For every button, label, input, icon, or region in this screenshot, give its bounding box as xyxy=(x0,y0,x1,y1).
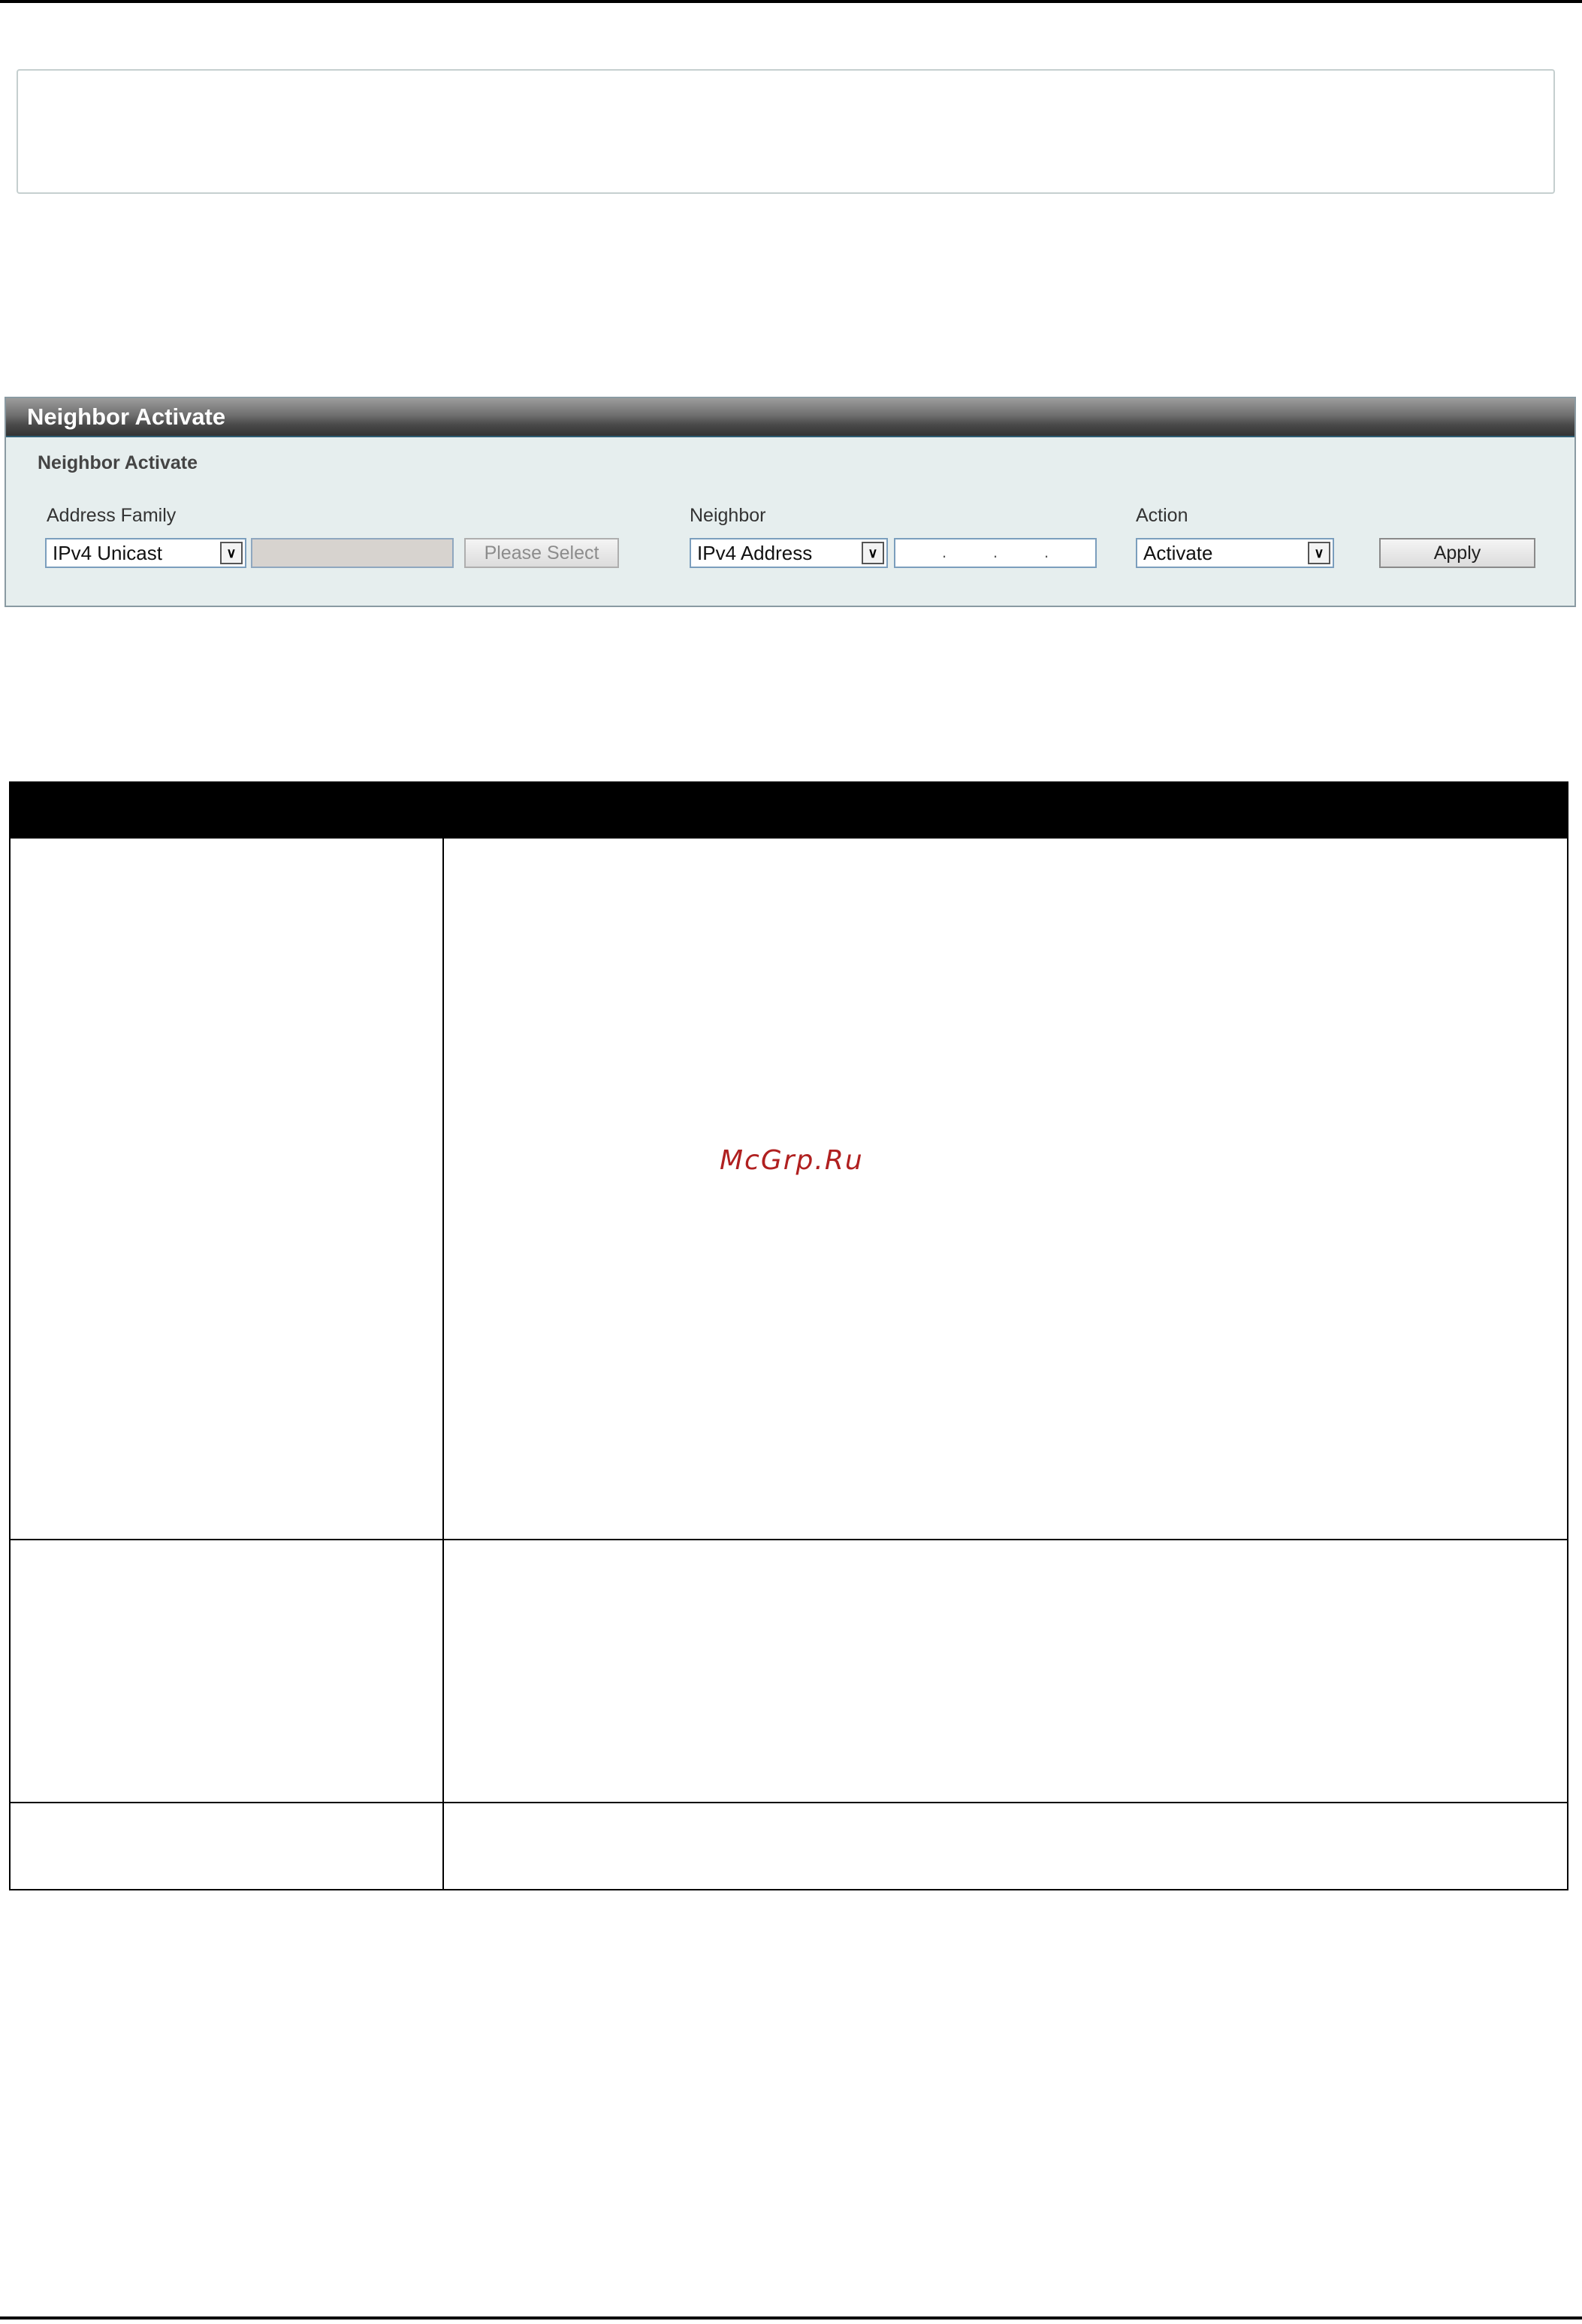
neighbor-activate-fieldset xyxy=(17,69,1555,194)
neighbor-label: Neighbor xyxy=(690,505,766,526)
action-select[interactable]: Activate ∨ xyxy=(1136,538,1334,568)
action-label: Action xyxy=(1136,505,1188,526)
ip-separator: . xyxy=(1044,542,1049,561)
chevron-down-icon[interactable]: ∨ xyxy=(862,542,884,564)
please-select-button[interactable]: Please Select xyxy=(464,538,619,568)
address-family-value: IPv4 Unicast xyxy=(53,542,162,564)
ip-separator: . xyxy=(993,542,998,561)
chevron-down-icon[interactable]: ∨ xyxy=(220,542,243,564)
table-header-row xyxy=(11,783,1567,839)
ip-separator: . xyxy=(942,542,947,561)
panel-header: Neighbor Activate xyxy=(6,398,1574,437)
address-family-select[interactable]: IPv4 Unicast ∨ xyxy=(45,538,246,568)
apply-button[interactable]: Apply xyxy=(1379,538,1535,568)
address-family-label: Address Family xyxy=(47,505,177,526)
parameter-table xyxy=(9,781,1568,1890)
row-divider xyxy=(11,1802,1567,1803)
neighbor-type-value: IPv4 Address xyxy=(697,542,813,564)
neighbor-ip-input[interactable]: . . . xyxy=(894,538,1097,568)
row-divider xyxy=(11,1539,1567,1540)
vrf-name-input[interactable] xyxy=(251,538,454,568)
chevron-down-icon[interactable]: ∨ xyxy=(1308,542,1330,564)
panel-title: Neighbor Activate xyxy=(27,403,226,430)
action-value: Activate xyxy=(1143,542,1213,564)
bottom-page-rule xyxy=(0,2316,1582,2319)
fieldset-legend: Neighbor Activate xyxy=(29,452,207,474)
column-divider xyxy=(442,839,444,1889)
top-page-rule xyxy=(0,0,1582,3)
neighbor-type-select[interactable]: IPv4 Address ∨ xyxy=(690,538,888,568)
watermark-text: McGrp.Ru xyxy=(720,1145,864,1176)
neighbor-activate-panel: Neighbor Activate xyxy=(5,397,1576,607)
